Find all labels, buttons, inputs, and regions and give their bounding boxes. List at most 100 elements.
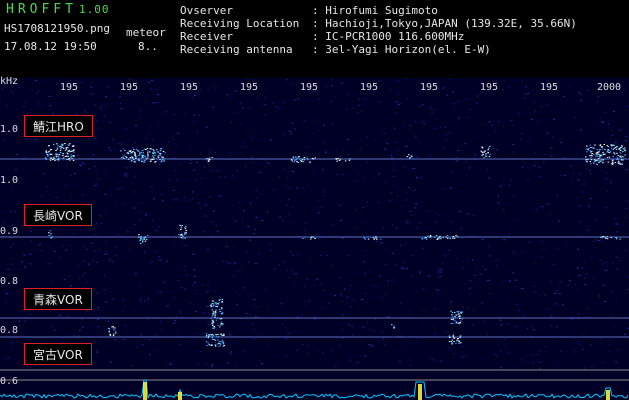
echo-pixel [452, 319, 454, 321]
noise-speck [584, 367, 586, 369]
noise-speck [158, 139, 160, 141]
noise-speck [231, 175, 233, 177]
noise-speck [157, 94, 160, 96]
echo-pixel [141, 150, 144, 152]
noise-speck [5, 104, 8, 106]
noise-speck [599, 338, 602, 340]
noise-speck [162, 282, 165, 284]
noise-speck [246, 275, 248, 277]
noise-speck [10, 210, 12, 212]
noise-speck [550, 155, 553, 157]
noise-speck [136, 240, 139, 242]
noise-speck [167, 141, 169, 143]
noise-speck [319, 284, 322, 286]
echo-pixel [223, 334, 225, 336]
noise-speck [79, 164, 82, 166]
noise-speck [366, 161, 369, 163]
echo-pixel [610, 236, 613, 238]
noise-speck [232, 112, 234, 114]
noise-speck [140, 282, 142, 284]
noise-speck [215, 151, 217, 153]
noise-speck [553, 118, 555, 120]
echo-pixel [459, 316, 461, 318]
echo-pixel [585, 156, 587, 158]
echo-pixel [606, 157, 609, 158]
noise-speck [614, 142, 617, 144]
noise-speck [563, 157, 566, 159]
noise-speck [100, 92, 102, 93]
noise-speck [243, 156, 245, 158]
noise-speck [605, 262, 607, 264]
noise-speck [120, 108, 123, 109]
echo-pixel [210, 306, 212, 308]
noise-speck [106, 290, 108, 292]
noise-speck [23, 157, 26, 159]
noise-speck [356, 227, 358, 229]
noise-speck [435, 268, 437, 270]
noise-speck [133, 224, 135, 225]
noise-speck [254, 229, 257, 230]
echo-pixel [586, 160, 588, 162]
noise-speck [613, 326, 615, 328]
noise-speck [249, 202, 252, 204]
noise-speck [365, 292, 367, 294]
noise-speck [371, 344, 373, 346]
noise-speck [510, 119, 513, 121]
noise-speck [497, 202, 500, 204]
echo-pixel [209, 157, 211, 159]
noise-speck [356, 112, 359, 114]
noise-speck [544, 294, 546, 296]
noise-speck [358, 362, 360, 364]
noise-speck [11, 244, 13, 246]
noise-speck [215, 224, 218, 226]
noise-speck [13, 93, 15, 95]
noise-speck [242, 107, 244, 109]
noise-speck [301, 344, 304, 345]
echo-pixel [207, 158, 209, 160]
noise-speck [111, 261, 114, 263]
echo-pixel [50, 149, 52, 150]
echo-pixel [622, 159, 624, 161]
echo-pixel [131, 151, 133, 153]
noise-speck [13, 211, 16, 213]
noise-speck [619, 260, 621, 262]
echo-pixel [601, 148, 604, 150]
noise-speck [8, 292, 10, 294]
noise-speck [521, 252, 524, 254]
noise-speck [540, 256, 543, 258]
noise-speck [299, 354, 301, 356]
noise-speck [331, 350, 333, 352]
noise-speck [347, 154, 350, 156]
echo-pixel [339, 158, 342, 160]
noise-speck [499, 319, 502, 321]
noise-speck [306, 353, 308, 355]
echo-pixel [55, 153, 57, 155]
noise-speck [292, 254, 295, 256]
noise-speck [539, 294, 541, 296]
noise-speck [459, 289, 461, 291]
echo-pixel [109, 335, 112, 336]
noise-speck [162, 200, 165, 202]
echo-pixel [220, 318, 223, 320]
noise-speck [349, 284, 352, 286]
noise-speck [442, 147, 444, 149]
echo-pixel [598, 159, 600, 161]
noise-speck [338, 344, 340, 346]
echo-pixel [601, 160, 603, 162]
noise-speck [573, 333, 575, 335]
echo-pixel [212, 311, 215, 313]
echo-pixel [485, 153, 487, 155]
noise-speck [289, 130, 291, 132]
noise-speck [403, 205, 405, 207]
echo-pixel [208, 344, 211, 346]
noise-speck [190, 303, 192, 305]
noise-speck [333, 331, 335, 333]
noise-speck [586, 273, 588, 275]
noise-speck [35, 139, 38, 141]
echo-pixel [160, 161, 163, 163]
echo-pixel [597, 155, 599, 157]
noise-speck [172, 199, 174, 201]
noise-speck [159, 291, 162, 293]
echo-pixel [152, 152, 154, 154]
noise-speck [409, 125, 412, 126]
